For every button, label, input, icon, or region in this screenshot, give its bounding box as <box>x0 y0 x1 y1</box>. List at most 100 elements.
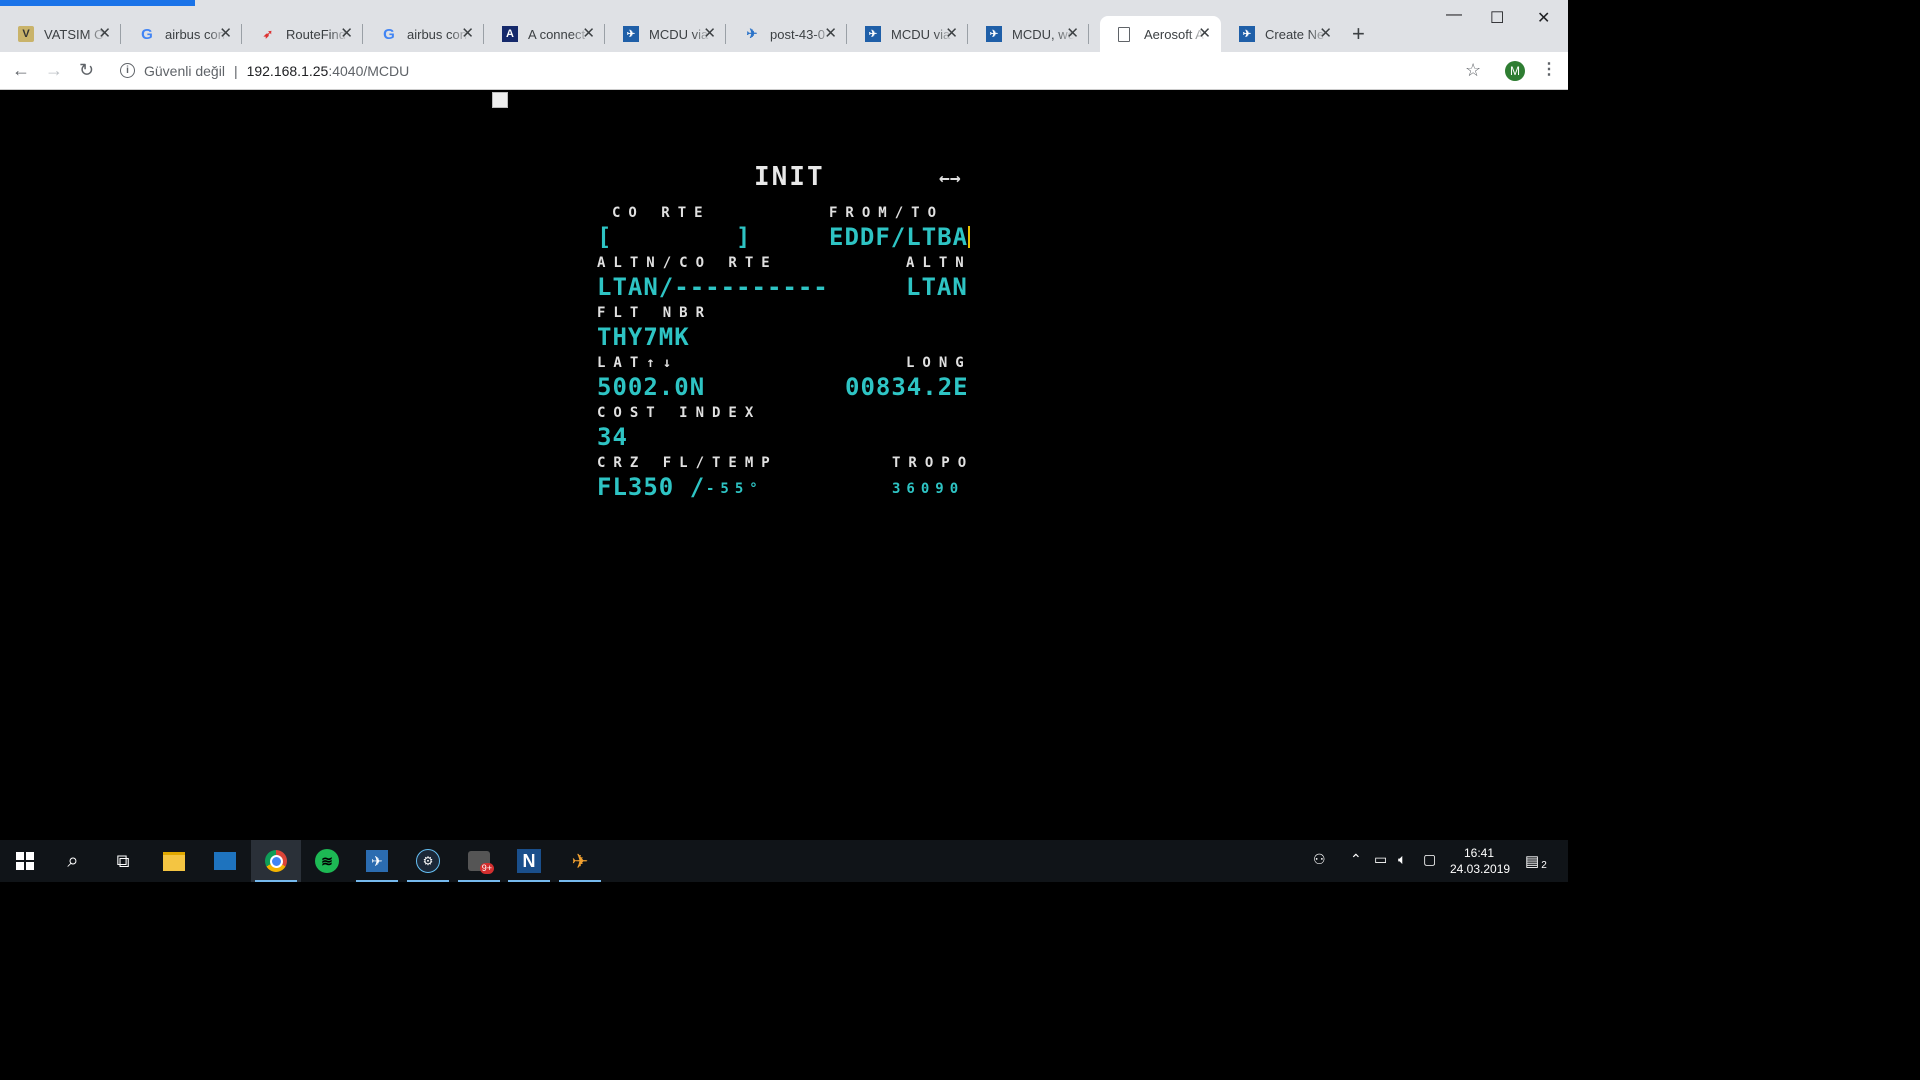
tab-title: MCDU via <box>649 26 709 42</box>
mcdu-page-title: INIT <box>754 162 825 192</box>
mail-app-icon <box>214 852 236 870</box>
close-icon[interactable]: ✕ <box>1198 25 1211 43</box>
flight-sim-button[interactable]: ✈ <box>352 840 402 882</box>
outlook-icon[interactable] <box>200 840 250 882</box>
search-icon[interactable]: ⌕ <box>48 840 98 882</box>
plane-icon: ✈ <box>366 850 388 872</box>
tab-routefinder[interactable]: ➶ RouteFinder ✕ <box>242 16 363 52</box>
crz-temp-value[interactable]: -55° <box>706 482 764 496</box>
close-icon[interactable]: ✕ <box>98 25 111 43</box>
altn-label: ALTN <box>906 255 972 271</box>
close-icon[interactable]: ✕ <box>219 25 232 43</box>
flt-nbr-value[interactable]: THY7MK <box>597 325 690 349</box>
altn-value[interactable]: LTAN <box>906 275 968 299</box>
messaging-app-button[interactable]: 9+ <box>454 840 504 882</box>
start-button[interactable] <box>0 840 50 882</box>
network-icon[interactable]: ▢ <box>1423 851 1436 868</box>
tab-title: airbus control <box>165 26 227 42</box>
tropo-value[interactable]: 36090 <box>892 482 964 496</box>
task-view-icon[interactable]: ⧉ <box>98 840 148 882</box>
google-icon: G <box>141 25 153 43</box>
close-window-button[interactable]: ✕ <box>1537 8 1550 28</box>
tab-title: Create Ne <box>1265 26 1325 42</box>
close-icon[interactable]: ✕ <box>1066 25 1079 43</box>
close-icon[interactable]: ✕ <box>340 25 353 43</box>
notification-center-icon[interactable]: ▤ <box>1525 852 1539 870</box>
running-indicator <box>407 880 449 882</box>
long-label: LONG <box>906 355 972 371</box>
steam-button[interactable]: ⚙ <box>403 840 453 882</box>
close-icon[interactable]: ✕ <box>945 25 958 43</box>
tab-title: airbus control <box>407 26 469 42</box>
close-icon[interactable]: ✕ <box>582 25 595 43</box>
tab-mcdu-via[interactable]: ✈ MCDU via ✕ <box>605 16 726 52</box>
from-to-value[interactable]: EDDF/LTBA <box>829 225 968 249</box>
people-icon[interactable]: ⚇ <box>1313 851 1326 868</box>
close-icon[interactable]: ✕ <box>461 25 474 43</box>
minimize-button[interactable]: — <box>1446 6 1462 24</box>
chevron-up-icon[interactable]: ⌃ <box>1350 851 1362 868</box>
co-rte-value[interactable]: [ ] <box>597 225 752 249</box>
url-path[interactable]: :4040/MCDU <box>328 63 409 79</box>
address-bar[interactable]: i Güvenli değil | 192.168.1.25 :4040/MCD… <box>110 56 1490 85</box>
battery-icon[interactable]: ▭ <box>1374 851 1387 868</box>
document-icon <box>1118 26 1130 42</box>
spotify-button[interactable]: ≋ <box>302 840 352 882</box>
cost-index-value[interactable]: 34 <box>597 425 628 449</box>
tab-airbus-control[interactable]: G airbus control ✕ <box>121 16 242 52</box>
post-icon: ✈ <box>746 26 758 41</box>
lat-value[interactable]: 5002.0N <box>597 375 705 399</box>
close-icon[interactable]: ✕ <box>824 25 837 43</box>
steam-icon: ⚙ <box>416 849 440 873</box>
mcdu-site-icon: ✈ <box>623 26 639 42</box>
clock-time: 16:41 <box>1463 846 1495 860</box>
cost-index-label: COST INDEX <box>597 405 762 421</box>
mcdu-site-icon: ✈ <box>1239 26 1255 42</box>
info-icon[interactable]: i <box>120 63 135 78</box>
spotify-icon: ≋ <box>315 849 339 873</box>
security-status[interactable]: Güvenli değil <box>144 63 225 79</box>
flt-nbr-label: FLT NBR <box>597 305 713 321</box>
page-arrows-icon: ←→ <box>939 168 961 189</box>
tab-airbus-control-2[interactable]: G airbus control ✕ <box>363 16 484 52</box>
tab-divider <box>1088 24 1089 44</box>
altn-co-rte-label: ALTN/CO RTE <box>597 255 778 271</box>
back-icon[interactable]: ← <box>12 58 30 82</box>
maximize-button[interactable]: ☐ <box>1490 8 1504 28</box>
tab-post[interactable]: ✈ post-43-0 ✕ <box>726 16 847 52</box>
tab-create-new[interactable]: ✈ Create Ne ✕ <box>1221 16 1342 52</box>
tab-aerosoft[interactable]: Aerosoft A ✕ <box>1100 16 1221 52</box>
profile-avatar[interactable]: M <box>1505 61 1525 81</box>
menu-icon[interactable]: ⋮ <box>1541 60 1557 80</box>
close-icon[interactable]: ✕ <box>703 25 716 43</box>
active-indicator <box>255 880 297 882</box>
close-icon[interactable]: ✕ <box>1319 25 1332 43</box>
tab-title: Aerosoft A <box>1144 26 1204 42</box>
altn-co-rte-value[interactable]: LTAN/---------- <box>597 275 829 299</box>
airplane-app-button[interactable]: ✈ <box>555 840 605 882</box>
windows-logo-icon <box>16 852 34 870</box>
long-value[interactable]: 00834.2E <box>845 375 969 399</box>
tab-a-connect[interactable]: A A connect ✕ <box>484 16 605 52</box>
volume-icon[interactable]: 🔈︎ <box>1398 851 1406 868</box>
chrome-icon <box>265 850 287 872</box>
url-host[interactable]: 192.168.1.25 <box>247 63 329 79</box>
tab-vatsim[interactable]: V VATSIM Online ✕ <box>0 16 121 52</box>
reload-icon[interactable]: ↻ <box>79 58 94 82</box>
browser-tab-strip: V VATSIM Online ✕ G airbus control ✕ ➶ R… <box>0 0 1568 52</box>
crz-fl-value[interactable]: FL350 / <box>597 475 705 499</box>
tab-mcdu-we[interactable]: ✈ MCDU, we ✕ <box>968 16 1089 52</box>
new-tab-button[interactable]: + <box>1352 22 1365 46</box>
file-explorer-icon[interactable] <box>149 840 199 882</box>
system-clock[interactable]: 16:41 24.03.2019 <box>1450 845 1510 877</box>
bookmark-star-icon[interactable]: ☆ <box>1465 60 1481 80</box>
running-indicator <box>508 880 550 882</box>
chrome-taskbar-button[interactable] <box>251 840 301 882</box>
tab-mcdu-via-2[interactable]: ✈ MCDU via ✕ <box>847 16 968 52</box>
notepad-app-button[interactable]: N <box>504 840 554 882</box>
url-separator: | <box>233 62 238 79</box>
notification-count: 2 <box>1538 860 1550 871</box>
folder-icon <box>163 851 185 871</box>
forward-icon[interactable]: → <box>45 58 63 82</box>
a-icon: A <box>502 26 518 42</box>
